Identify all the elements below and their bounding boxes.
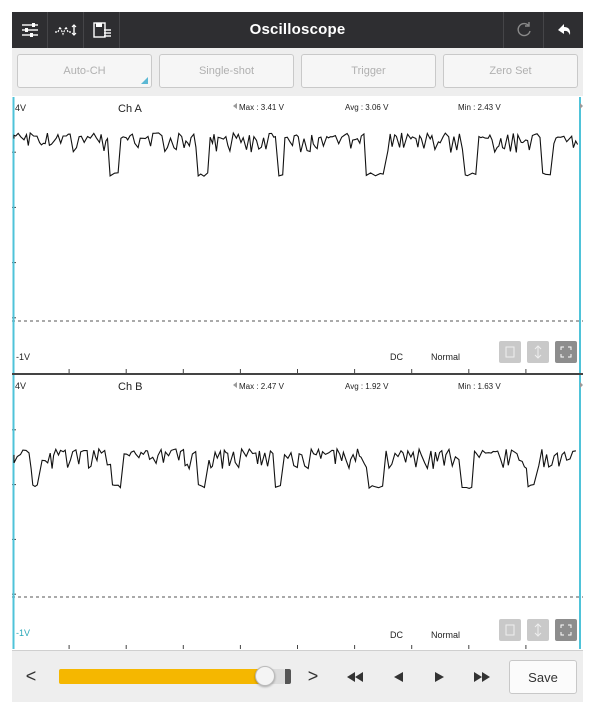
channel-a-left-arrow-icon[interactable] [233,103,237,109]
channel-a-doc-icon [505,346,515,358]
auto-ch-button[interactable]: Auto-CH [17,54,152,88]
channel-a-waveform [13,131,579,177]
channel-a-panel: 4V Ch A Max : 3.41 V Avg : 3.06 V Min : … [12,97,583,373]
slider-fill [59,669,265,684]
channel-b-waveform [13,447,577,490]
rewind-icon [347,671,363,682]
step-back-icon [394,671,403,682]
refresh-icon[interactable] [503,12,543,48]
channel-b-mode: Normal [431,630,461,640]
channel-a-vertical-arrows-icon [534,345,542,359]
channel-a-right-arrow-icon[interactable] [580,103,583,109]
channel-b-panel: 4V Ch B Max : 2.47 V Avg : 1.92 V Min : … [12,375,583,649]
zero-set-button[interactable]: Zero Set [443,54,578,88]
trigger-label: Trigger [351,65,386,77]
save-file-icon[interactable] [84,12,120,48]
channel-b-avg: Avg : 1.92 V [345,382,389,391]
save-label: Save [528,669,558,685]
play-button[interactable] [426,651,454,702]
channel-b-top-label: 4V [15,381,27,391]
channel-a-ticks [12,151,527,373]
channel-b-scope[interactable] [12,375,583,649]
channel-b-vertical-arrows-icon [534,623,542,637]
single-shot-button[interactable]: Single-shot [159,54,294,88]
auto-ch-label: Auto-CH [63,65,106,77]
channel-b-min: Min : 1.63 V [458,382,501,391]
channel-a-coupling: DC [390,352,403,362]
channel-a-controls [499,341,577,363]
channel-a-expand-icon [560,346,572,358]
channel-a-mode: Normal [431,352,461,362]
waveform-measure-icon[interactable] [48,12,84,48]
channel-a-bottom-label: -1V [16,352,31,362]
channel-b-bottom-label: -1V [16,628,31,638]
channel-a-top-label: 4V [15,103,27,113]
channel-b-coupling: DC [390,630,403,640]
channel-b-right-arrow-icon[interactable] [580,382,583,388]
channel-b-expand-icon [560,624,572,636]
fast-forward-button[interactable] [467,651,497,702]
next-button[interactable]: > [300,651,326,702]
channel-a-min: Min : 2.43 V [458,103,501,112]
channel-b-settings-button[interactable] [499,619,521,641]
channel-b-ticks [12,429,527,649]
rewind-button[interactable] [340,651,370,702]
dropdown-corner-icon [141,77,148,84]
channel-b-doc-icon [505,624,515,636]
channel-a-name: Ch A [118,103,142,115]
channel-a-avg: Avg : 3.06 V [345,103,389,112]
back-arrow-icon[interactable] [543,12,583,48]
play-icon [435,671,444,682]
settings-sliders-icon[interactable] [12,12,48,48]
channel-a-scope[interactable] [12,97,583,373]
record-slider[interactable] [59,666,291,686]
single-shot-label: Single-shot [198,65,255,77]
channel-b-name: Ch B [118,381,143,393]
title-bar: Oscilloscope [12,12,583,48]
title-bar-left-tools [12,12,120,48]
channel-b-controls [499,619,577,641]
channel-b-max: Max : 2.47 V [239,382,284,391]
trigger-button[interactable]: Trigger [301,54,436,88]
channel-b-expand-button[interactable] [555,619,577,641]
channel-a-max: Max : 3.41 V [239,103,284,112]
slider-thumb[interactable] [254,666,275,686]
channel-a-expand-button[interactable] [555,341,577,363]
channel-b-scale-button[interactable] [527,619,549,641]
fast-forward-icon [474,671,490,682]
slider-end-cap [285,669,291,684]
toolbar: Auto-CH Single-shot Trigger Zero Set [12,48,583,96]
channel-a-scale-button[interactable] [527,341,549,363]
step-back-button[interactable] [384,651,412,702]
save-button[interactable]: Save [509,660,577,694]
playback-bar: < > Save [12,650,583,702]
prev-button[interactable]: < [16,651,46,702]
prev-label: < [25,666,37,686]
channel-b-left-arrow-icon[interactable] [233,382,237,388]
channel-a-settings-button[interactable] [499,341,521,363]
title-bar-right-tools [503,12,583,48]
next-label: > [307,666,319,686]
zero-set-label: Zero Set [489,65,532,77]
